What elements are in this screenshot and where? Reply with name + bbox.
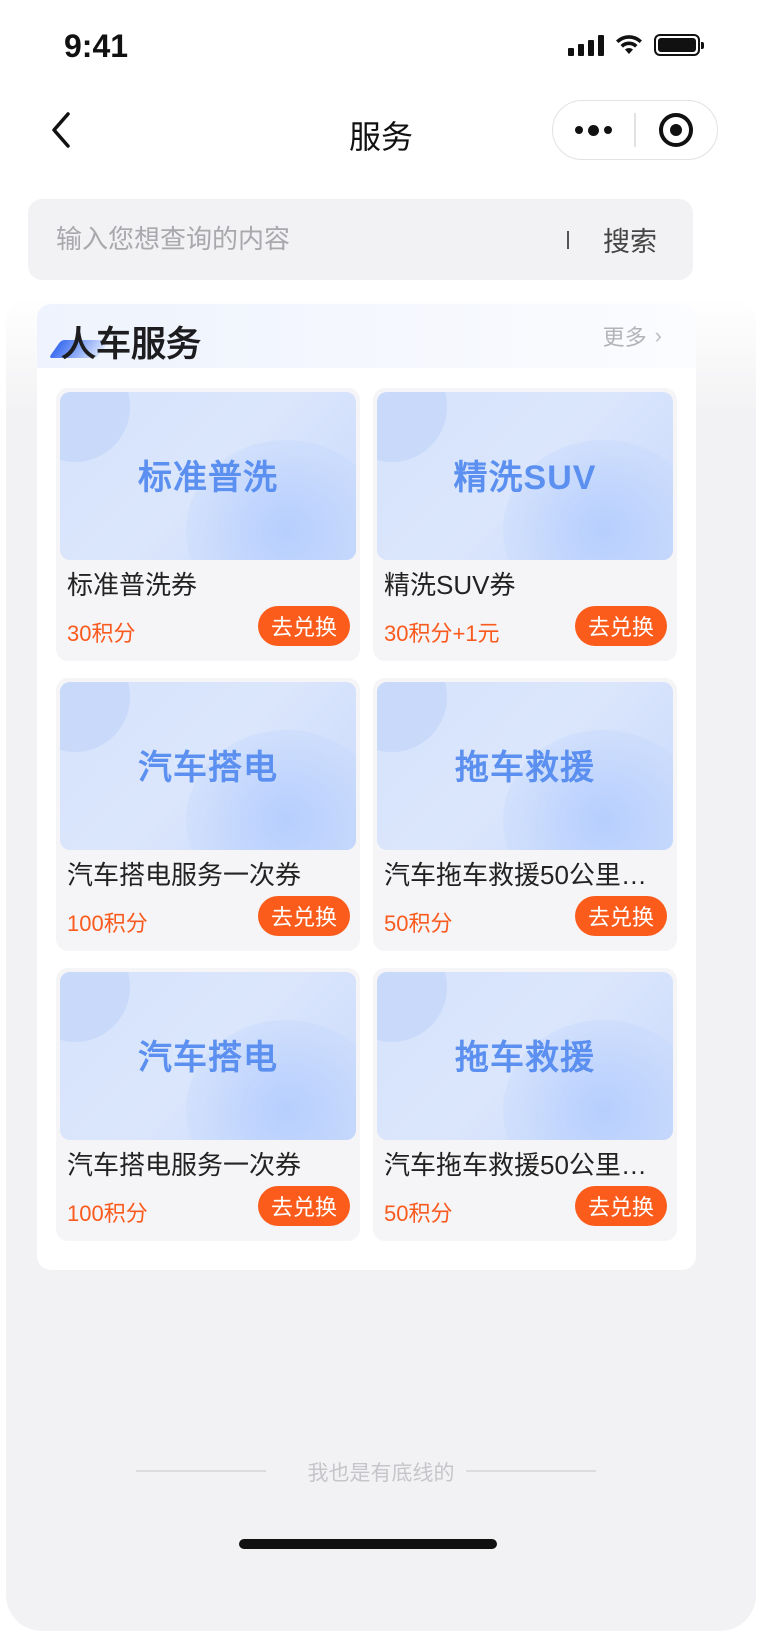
coupon-price: 100积分 [67, 1201, 148, 1226]
wifi-icon [616, 35, 642, 54]
screen: 9:41 服务 搜索 人车服务 [0, 0, 762, 1631]
coupon-name: 标准普洗券 [67, 570, 198, 600]
status-icons [568, 34, 704, 56]
banner-text: 标准普洗 [138, 459, 278, 497]
target-icon [659, 113, 694, 147]
more-link-label: 更多 [602, 325, 647, 350]
coupon-banner: 拖车救援 [377, 972, 673, 1140]
home-indicator [239, 1539, 497, 1549]
banner-text: 拖车救援 [455, 1039, 595, 1077]
redeem-button[interactable]: 去兑换 [258, 606, 350, 646]
search-separator [567, 230, 569, 249]
coupon-card[interactable]: 拖车救援 汽车拖车救援50公里… 50积分 去兑换 [373, 678, 677, 951]
footer-divider-right [466, 1470, 596, 1472]
coupon-card[interactable]: 精洗SUV 精洗SUV券 30积分+1元 去兑换 [373, 388, 677, 661]
more-button[interactable] [553, 101, 634, 159]
more-link[interactable]: 更多 › [603, 320, 662, 352]
coupon-card[interactable]: 汽车搭电 汽车搭电服务一次券 100积分 去兑换 [56, 968, 360, 1241]
coupon-price: 30积分+1元 [384, 621, 500, 646]
coupon-banner: 拖车救援 [377, 682, 673, 850]
coupon-card[interactable]: 标准普洗 标准普洗券 30积分 去兑换 [56, 388, 360, 661]
redeem-button[interactable]: 去兑换 [575, 1186, 667, 1226]
coupon-price: 30积分 [67, 621, 136, 646]
redeem-button[interactable]: 去兑换 [258, 1186, 350, 1226]
signal-icon [568, 34, 604, 56]
search-input[interactable] [28, 199, 567, 280]
banner-text: 精洗SUV [453, 459, 597, 497]
coupon-name: 汽车拖车救援50公里… [384, 860, 647, 890]
coupon-banner: 精洗SUV [377, 392, 673, 560]
coupon-grid: 标准普洗 标准普洗券 30积分 去兑换 精洗SUV 精洗SUV券 30积分+1元… [56, 388, 677, 1241]
search-button[interactable]: 搜索 [603, 220, 657, 259]
section-header: 人车服务 更多 › [37, 304, 696, 368]
section-title: 人车服务 [61, 325, 202, 364]
coupon-name: 汽车拖车救援50公里… [384, 1150, 647, 1180]
battery-icon [654, 34, 704, 56]
search-bar: 搜索 [28, 199, 693, 280]
footer-text: 我也是有底线的 [307, 1462, 455, 1485]
coupon-banner: 汽车搭电 [60, 682, 356, 850]
mini-program-capsule [552, 100, 718, 160]
redeem-button[interactable]: 去兑换 [575, 606, 667, 646]
more-dots-icon [575, 124, 613, 136]
status-time: 9:41 [64, 28, 129, 64]
coupon-price: 50积分 [384, 911, 453, 936]
coupon-name: 精洗SUV券 [384, 570, 516, 600]
redeem-button[interactable]: 去兑换 [258, 896, 350, 936]
chevron-right-icon: › [654, 323, 662, 348]
coupon-card[interactable]: 汽车搭电 汽车搭电服务一次券 100积分 去兑换 [56, 678, 360, 951]
coupon-banner: 标准普洗 [60, 392, 356, 560]
coupon-price: 100积分 [67, 911, 148, 936]
coupon-price: 50积分 [384, 1201, 453, 1226]
banner-text: 拖车救援 [455, 749, 595, 787]
redeem-button[interactable]: 去兑换 [575, 896, 667, 936]
coupon-name: 汽车搭电服务一次券 [67, 860, 302, 890]
banner-text: 汽车搭电 [138, 749, 278, 787]
close-button[interactable] [636, 101, 717, 159]
service-section: 人车服务 更多 › 标准普洗 标准普洗券 30积分 去兑换 精洗SUV 精洗SU… [37, 304, 696, 1270]
banner-text: 汽车搭电 [138, 1039, 278, 1077]
coupon-name: 汽车搭电服务一次券 [67, 1150, 302, 1180]
coupon-card[interactable]: 拖车救援 汽车拖车救援50公里… 50积分 去兑换 [373, 968, 677, 1241]
coupon-banner: 汽车搭电 [60, 972, 356, 1140]
